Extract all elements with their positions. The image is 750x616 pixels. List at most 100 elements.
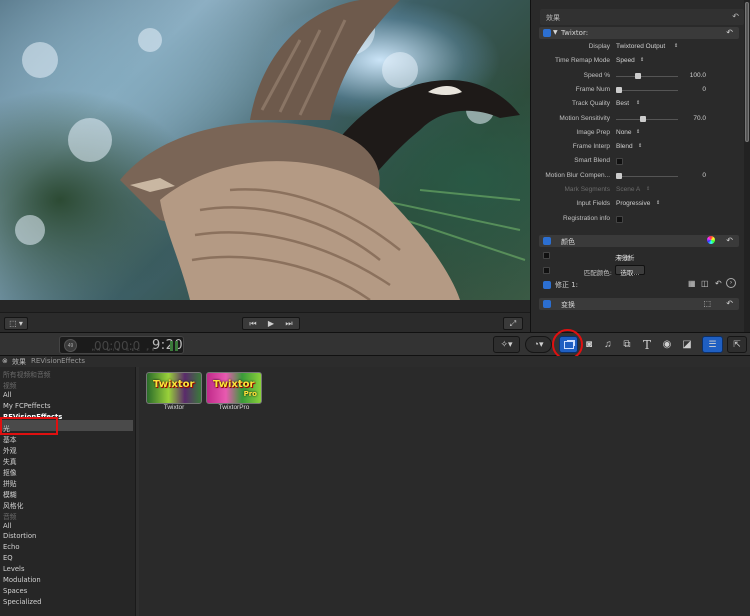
sidebar-item[interactable]: My FCPeffects xyxy=(3,402,51,410)
balance-checkbox[interactable] xyxy=(543,252,550,259)
sidebar-item[interactable]: 抠像 xyxy=(3,467,17,477)
sidebar-group-heading[interactable]: 视频 xyxy=(3,380,17,390)
slider-knob[interactable] xyxy=(616,87,622,93)
popup-arrows-icon: ⇕ xyxy=(638,143,643,149)
param-label: Track Quality xyxy=(571,100,610,107)
timecode-display[interactable]: 49 00:00:0 9:20 HR MIN SEC FR xyxy=(59,336,184,354)
match-color-label: 匹配颜色: xyxy=(583,269,612,277)
sidebar-item[interactable]: All xyxy=(3,391,11,399)
enhance-popup[interactable]: ✧▾ xyxy=(493,336,520,353)
param-value[interactable]: 0 xyxy=(680,172,706,179)
param-checkbox[interactable] xyxy=(616,216,623,223)
param-value[interactable]: 0 xyxy=(680,86,706,93)
twixtor-enable-checkbox[interactable] xyxy=(543,29,551,37)
sidebar-item[interactable]: Spaces xyxy=(3,587,27,595)
sidebar-item[interactable]: 失真 xyxy=(3,456,17,466)
generators-browser-button[interactable]: ◉ xyxy=(660,338,674,352)
param-slider[interactable] xyxy=(616,73,678,79)
themes-browser-button[interactable]: ◪ xyxy=(680,338,694,352)
color-enable-checkbox[interactable] xyxy=(543,237,551,245)
param-popup[interactable]: Twixtored Output xyxy=(616,43,665,50)
color-wheel-icon[interactable] xyxy=(707,236,715,244)
viewer-controls-bar: ⬚ ▾ ⏮ ▶ ⏭ ⤢ xyxy=(0,312,530,332)
disclosure-triangle-icon[interactable]: ▼ xyxy=(553,29,558,36)
reset-icon[interactable]: ↶ xyxy=(726,299,733,308)
titles-browser-button[interactable]: T xyxy=(640,338,654,352)
param-slider[interactable] xyxy=(616,87,678,93)
chevron-right-icon[interactable]: › xyxy=(726,278,736,288)
slider-knob[interactable] xyxy=(640,116,646,122)
sidebar-item[interactable]: Specialized xyxy=(3,598,41,606)
reset-icon[interactable]: ↶ xyxy=(726,236,733,245)
retime-popup[interactable]: ◔▾ xyxy=(525,336,552,353)
popup-arrows-icon: ⇕ xyxy=(636,100,641,106)
choose-match-button[interactable]: 选取... xyxy=(615,265,645,277)
music-icon: ♫ xyxy=(604,339,612,350)
sidebar-item[interactable]: EQ xyxy=(3,554,13,562)
effect-thumbnail-twixtor[interactable]: Twixtor xyxy=(146,372,202,404)
next-frame-button[interactable]: ⏭ xyxy=(280,319,298,329)
param-popup[interactable]: Best xyxy=(616,100,629,107)
sidebar-item[interactable]: Echo xyxy=(3,543,20,551)
effect-label-twixtor: Twixtor xyxy=(163,404,185,411)
slider-knob[interactable] xyxy=(635,73,641,79)
transform-section-header[interactable]: 变换 ⬚ ↶ xyxy=(539,298,739,310)
correction-label: 修正 1: xyxy=(555,281,579,289)
music-browser-button[interactable]: ♫ xyxy=(601,338,615,352)
viewer: ⬚ ▾ ⏮ ▶ ⏭ ⤢ xyxy=(0,0,530,332)
sidebar-item[interactable]: 模糊 xyxy=(3,489,17,499)
param-popup[interactable]: Blend xyxy=(616,143,633,150)
inspector-toggle-button[interactable]: ☰ xyxy=(702,336,723,353)
sidebar-group-heading[interactable]: 所有视频和音频 xyxy=(3,369,51,379)
video-frame-goose xyxy=(0,0,530,300)
inspector-toggle-icon: ☰ xyxy=(708,339,717,349)
sidebar-item[interactable]: 外观 xyxy=(3,445,17,455)
highlight-box xyxy=(0,417,58,435)
fit-popup[interactable]: ⬚ ▾ xyxy=(4,317,28,330)
sidebar-group-heading[interactable]: 音频 xyxy=(3,511,17,521)
sidebar-item[interactable]: 风格化 xyxy=(3,500,23,510)
transform-enable-checkbox[interactable] xyxy=(543,300,551,308)
slider-knob[interactable] xyxy=(616,173,622,179)
photo-browser-button[interactable]: ◙ xyxy=(582,338,596,352)
param-slider[interactable] xyxy=(616,116,678,122)
param-popup[interactable]: None xyxy=(616,129,632,136)
popup-arrows-icon: ⇕ xyxy=(674,43,679,49)
correction-enable-checkbox[interactable] xyxy=(543,281,551,289)
fit-icon: ⬚ ▾ xyxy=(9,319,23,328)
color-section-header[interactable]: 颜色 ↶ xyxy=(539,235,739,247)
sidebar-item[interactable]: 基本 xyxy=(3,434,17,444)
sidebar-item[interactable]: Modulation xyxy=(3,576,41,584)
fullscreen-button[interactable]: ⤢ xyxy=(503,317,523,330)
magic-wand-icon: ✧▾ xyxy=(500,339,513,349)
param-value[interactable]: 100.0 xyxy=(680,72,706,79)
inspector-scrollbar[interactable] xyxy=(744,0,750,332)
param-popup: Scene A xyxy=(616,186,641,193)
reset-icon[interactable]: ↶ xyxy=(732,12,739,21)
sidebar-item[interactable]: Distortion xyxy=(3,532,36,540)
sidebar-item[interactable]: Levels xyxy=(3,565,24,573)
param-slider[interactable] xyxy=(616,173,678,179)
transitions-browser-button[interactable]: ⧉ xyxy=(620,338,634,352)
mask-icon[interactable]: ◫ xyxy=(701,279,709,288)
main-toolbar: 49 00:00:0 9:20 HR MIN SEC FR ✧▾ ◔▾ ◙ ♫ … xyxy=(0,332,750,356)
transform-overlay-icon[interactable]: ⬚ xyxy=(703,299,711,308)
color-board-icon[interactable]: ▦ xyxy=(688,279,696,288)
play-button[interactable]: ▶ xyxy=(262,319,280,328)
param-popup[interactable]: Progressive xyxy=(616,200,650,207)
effect-thumbnail-twixtorpro[interactable]: Twixtor Pro xyxy=(206,372,262,404)
param-label: Time Remap Mode xyxy=(554,57,610,64)
reset-icon[interactable]: ↶ xyxy=(715,279,722,288)
param-checkbox[interactable] xyxy=(616,158,623,165)
reset-icon[interactable]: ↶ xyxy=(726,28,733,37)
close-icon[interactable]: ⊗ xyxy=(2,357,8,365)
sidebar-item[interactable]: 拼贴 xyxy=(3,478,17,488)
sidebar-item[interactable]: All xyxy=(3,522,11,530)
param-popup[interactable]: Speed xyxy=(616,57,635,64)
twixtor-section-header[interactable]: ▼ Twixtor: ↶ xyxy=(539,27,739,39)
param-value[interactable]: 70.0 xyxy=(680,115,706,122)
previous-frame-button[interactable]: ⏮ xyxy=(244,319,262,329)
match-color-checkbox[interactable] xyxy=(543,267,550,274)
param-label: Image Prep xyxy=(576,129,610,136)
share-button[interactable]: ⇱ xyxy=(727,336,747,353)
